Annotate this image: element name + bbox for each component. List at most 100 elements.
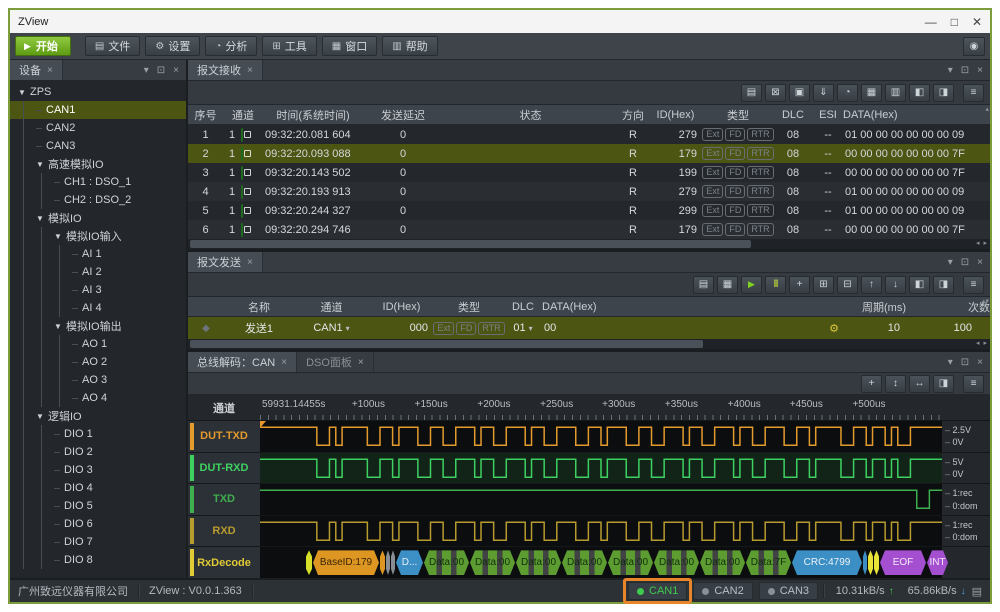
decode-segment-Data:00[interactable]: Data:00 — [516, 550, 561, 575]
tab-receive[interactable]: 报文接收 × — [188, 60, 263, 80]
menu-icon[interactable]: ≡ — [963, 276, 984, 294]
sidebar-item-DIO 1[interactable]: DIO 1 — [10, 425, 186, 443]
channel-indicator-CAN1[interactable]: CAN1 — [628, 582, 687, 600]
float-panel-icon[interactable]: ⊡ — [961, 257, 969, 268]
close-icon[interactable]: × — [247, 257, 253, 268]
decode-button-add-cursor-icon[interactable]: + — [861, 375, 882, 393]
chevron-down-icon[interactable]: ▼ — [36, 214, 48, 223]
decode-button-fit-horizontal-icon[interactable]: ↔ — [909, 375, 930, 393]
chevron-down-icon[interactable]: ▾ — [948, 257, 953, 268]
frame-type-badges[interactable]: ExtFDRTR — [434, 322, 504, 335]
sidebar-item-CH2 : DSO_2[interactable]: CH2 : DSO_2 — [10, 191, 186, 209]
tab-DSO面板[interactable]: DSO面板× — [297, 352, 374, 372]
sidebar-item-AI 3[interactable]: AI 3 — [10, 281, 186, 299]
sidebar-item-AI 1[interactable]: AI 1 — [10, 245, 186, 263]
column-header-类型[interactable]: 类型 — [434, 299, 504, 315]
send-button-pause-icon[interactable]: ‖ — [765, 276, 786, 294]
receive-button-import-icon[interactable]: ◧ — [909, 84, 930, 102]
channel-plot[interactable] — [260, 421, 942, 452]
printer-icon[interactable]: ▤ — [972, 585, 982, 598]
toolbar-button-设置[interactable]: ⚙设置 — [145, 36, 200, 56]
toolbar-button-文件[interactable]: ▤文件 — [85, 36, 140, 56]
sidebar-item-DIO 6[interactable]: DIO 6 — [10, 515, 186, 533]
sidebar-item-CAN2[interactable]: CAN2 — [10, 119, 186, 137]
receive-hscrollbar[interactable]: ◂ ▸ — [188, 239, 990, 249]
float-panel-icon[interactable]: ⊡ — [961, 65, 969, 76]
float-panel-icon[interactable]: ⊡ — [157, 65, 165, 76]
table-row[interactable]: 3109:32:20.143 5020R199ExtFDRTR08--00 00… — [188, 163, 990, 182]
column-header-ESI[interactable]: ESI — [813, 109, 843, 121]
decode-segment-Data:00[interactable]: Data:00 — [562, 550, 607, 575]
send-button-delete-frame-icon[interactable]: ⊟ — [837, 276, 858, 294]
chevron-down-icon[interactable]: ▼ — [36, 160, 48, 169]
close-panel-icon[interactable]: × — [977, 357, 983, 368]
channel-plot[interactable] — [260, 484, 942, 515]
close-icon[interactable]: × — [47, 65, 53, 76]
send-count[interactable]: 100 — [906, 322, 990, 334]
chevron-down-icon[interactable]: ▼ — [18, 88, 30, 97]
receive-button-scroll-lock-icon[interactable]: ⇓ — [813, 84, 834, 102]
screenshot-button[interactable]: ◉ — [963, 37, 985, 56]
send-button-play-icon[interactable]: ▶ — [741, 276, 762, 294]
decode-segment-Data:00[interactable]: Data:00 — [470, 550, 515, 575]
start-button[interactable]: ▶ 开始 — [15, 36, 71, 56]
chevron-down-icon[interactable]: ▼ — [54, 232, 66, 241]
chevron-down-icon[interactable]: ▾ — [948, 357, 953, 368]
minimize-button[interactable]: — — [925, 16, 937, 28]
tab-总线解码：CAN[interactable]: 总线解码：CAN× — [188, 352, 297, 372]
decode-segment-D...[interactable]: D... — [396, 550, 423, 575]
receive-button-id-format-icon[interactable]: ▦ — [861, 84, 882, 102]
receive-button-pause-display-icon[interactable]: ▣ — [789, 84, 810, 102]
tab-send[interactable]: 报文发送 × — [188, 252, 263, 272]
toolbar-button-窗口[interactable]: ▦窗口 — [322, 36, 377, 56]
channel-plot[interactable] — [260, 453, 942, 484]
channel-label[interactable]: RxDecode — [188, 547, 260, 578]
column-header-DATA(Hex)[interactable]: DATA(Hex) — [843, 109, 990, 121]
toolbar-button-帮助[interactable]: ▥帮助 — [382, 36, 437, 56]
column-header-ID(Hex)[interactable]: ID(Hex) — [648, 109, 703, 121]
tab-devices[interactable]: 设备 × — [10, 60, 63, 80]
float-panel-icon[interactable]: ⊡ — [961, 357, 969, 368]
sidebar-item-模拟IO输入[interactable]: ▼模拟IO输入 — [10, 227, 186, 245]
column-header-名称[interactable]: 名称 — [224, 299, 294, 315]
table-row[interactable]: 1109:32:20.081 6040R279ExtFDRTR08--01 00… — [188, 125, 990, 144]
decode-segment-Data:00[interactable]: Data:00 — [424, 550, 469, 575]
channel-plot[interactable] — [260, 516, 942, 547]
decode-segment-Data:00[interactable]: Data:00 — [654, 550, 699, 575]
chevron-down-icon[interactable]: ▼ — [54, 322, 66, 331]
scroll-up-arrow[interactable]: ▴ — [985, 106, 989, 113]
close-panel-icon[interactable]: × — [977, 257, 983, 268]
channel-DUT-RXD[interactable]: DUT-RXD5V0V — [188, 452, 990, 484]
sidebar-item-AO 2[interactable]: AO 2 — [10, 353, 186, 371]
send-button-export-icon[interactable]: ◨ — [933, 276, 954, 294]
maximize-button[interactable]: □ — [951, 16, 958, 28]
channel-plot[interactable]: BaseID:179D...Data:00Data:00Data:00Data:… — [260, 547, 942, 578]
receive-button-export-icon[interactable]: ◨ — [933, 84, 954, 102]
table-row[interactable]: 5109:32:20.244 3270R299ExtFDRTR08--01 00… — [188, 201, 990, 220]
decode-segment-EOF[interactable]: EOF — [880, 550, 926, 575]
sidebar-item-逻辑IO[interactable]: ▼逻辑IO — [10, 407, 186, 425]
chevron-down-icon[interactable]: ▾ — [948, 65, 953, 76]
sidebar-item-DIO 3[interactable]: DIO 3 — [10, 461, 186, 479]
checkbox-icon[interactable] — [241, 224, 263, 236]
column-header-DLC[interactable]: DLC — [504, 301, 542, 313]
checkbox-icon[interactable] — [241, 186, 263, 198]
column-header-通道[interactable]: 通道 — [294, 299, 369, 315]
column-header-周期(ms)[interactable]: 周期(ms) — [846, 299, 906, 315]
send-name[interactable]: 发送1 — [224, 320, 294, 336]
send-button-insert-frame-icon[interactable]: ⊞ — [813, 276, 834, 294]
close-button[interactable]: ✕ — [972, 16, 982, 28]
send-button-id-display-icon[interactable]: ▤ — [693, 276, 714, 294]
channel-DUT-TXD[interactable]: DUT-TXD2.5V0V — [188, 420, 990, 452]
column-header-发送延迟[interactable]: 发送延迟 — [363, 107, 443, 123]
decode-segment-Data:00[interactable]: Data:00 — [608, 550, 653, 575]
sidebar-item-AI 2[interactable]: AI 2 — [10, 263, 186, 281]
chevron-down-icon[interactable]: ▼ — [36, 412, 48, 421]
column-header-次数[interactable]: 次数 — [906, 299, 990, 315]
channel-select[interactable]: CAN1▾ — [294, 322, 369, 334]
decode-segment-Data:7F[interactable]: Data:7F — [746, 550, 791, 575]
channel-RxDecode[interactable]: RxDecodeBaseID:179D...Data:00Data:00Data… — [188, 546, 990, 578]
sidebar-item-模拟IO输出[interactable]: ▼模拟IO输出 — [10, 317, 186, 335]
checkbox-icon[interactable] — [241, 205, 263, 217]
scrollbar-thumb[interactable] — [190, 240, 751, 248]
